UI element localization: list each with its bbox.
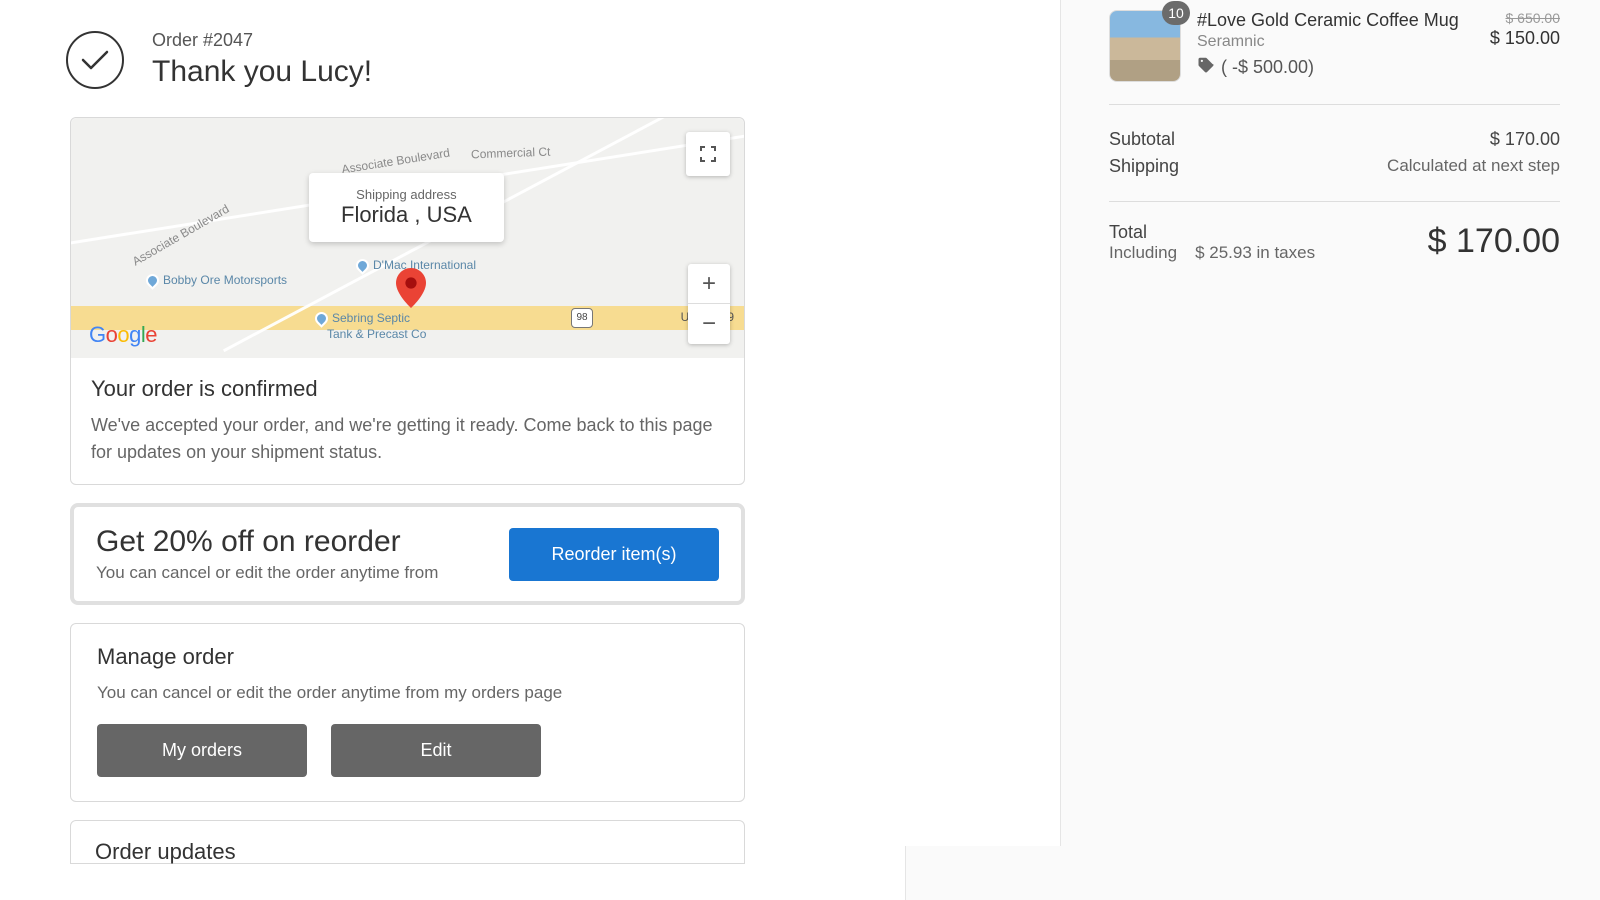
map-fullscreen-button[interactable] [686,132,730,176]
line-item: 10 #Love Gold Ceramic Coffee Mug Seramni… [1109,10,1560,104]
subtotal-label: Subtotal [1109,129,1175,150]
map-zoom-control: + − [688,264,730,344]
order-confirm-card: Associate Boulevard Associate Boulevard … [70,117,745,485]
confirm-body: We've accepted your order, and we're get… [91,412,724,466]
google-logo: Google [89,322,157,348]
order-summary-panel: 10 #Love Gold Ceramic Coffee Mug Seramni… [1060,0,1600,900]
subtotal-value: $ 170.00 [1490,129,1560,150]
product-title: #Love Gold Ceramic Coffee Mug [1197,10,1474,31]
map-address-bubble: Shipping address Florida , USA [309,173,504,242]
discount-amount: ( -$ 500.00) [1221,57,1314,78]
order-header: Order #2047 Thank you Lucy! [66,30,1060,89]
reorder-card: Get 20% off on reorder You can cancel or… [70,503,745,605]
map-bubble-address: Florida , USA [341,202,472,228]
map-street-label: Associate Boulevard [341,146,451,177]
reorder-title: Get 20% off on reorder [96,525,438,559]
map[interactable]: Associate Boulevard Associate Boulevard … [71,118,744,358]
order-updates-title: Order updates [95,839,720,865]
order-number: Order #2047 [152,30,372,51]
product-vendor: Seramnic [1197,33,1474,51]
manage-body: You can cancel or edit the order anytime… [97,680,718,706]
sale-price: $ 150.00 [1490,28,1560,49]
map-hwy-shield-icon: 98 [571,308,593,328]
total-amount: $ 170.00 [1428,222,1560,261]
map-bubble-label: Shipping address [341,187,472,202]
manage-order-card: Manage order You can cancel or edit the … [70,623,745,802]
original-price: $ 650.00 [1490,10,1560,26]
map-zoom-in-button[interactable]: + [688,264,730,304]
confirm-title: Your order is confirmed [91,376,724,402]
including-amount: $ 25.93 in taxes [1195,243,1315,262]
map-pin-icon [396,268,426,313]
map-street-label: Associate Boulevard [130,202,232,269]
reorder-button[interactable]: Reorder item(s) [509,528,719,581]
map-poi: Sebring Septic [315,311,410,325]
product-thumbnail: 10 [1109,10,1181,82]
map-poi: Bobby Ore Motorsports [146,273,287,287]
edit-order-button[interactable]: Edit [331,724,541,777]
check-icon [66,31,124,89]
map-zoom-out-button[interactable]: − [688,304,730,344]
tag-icon [1197,56,1215,79]
map-street-label: Commercial Ct [471,145,551,162]
map-poi: Tank & Precast Co [327,327,426,341]
manage-title: Manage order [97,644,718,670]
reorder-subtext: You can cancel or edit the order anytime… [96,563,438,583]
including-prefix: Including [1109,243,1177,262]
order-updates-card: Order updates [70,820,745,864]
quantity-badge: 10 [1162,1,1190,25]
shipping-value: Calculated at next step [1387,156,1560,177]
total-label: Total [1109,222,1315,243]
shipping-label: Shipping [1109,156,1179,177]
my-orders-button[interactable]: My orders [97,724,307,777]
thank-you-heading: Thank you Lucy! [152,55,372,89]
